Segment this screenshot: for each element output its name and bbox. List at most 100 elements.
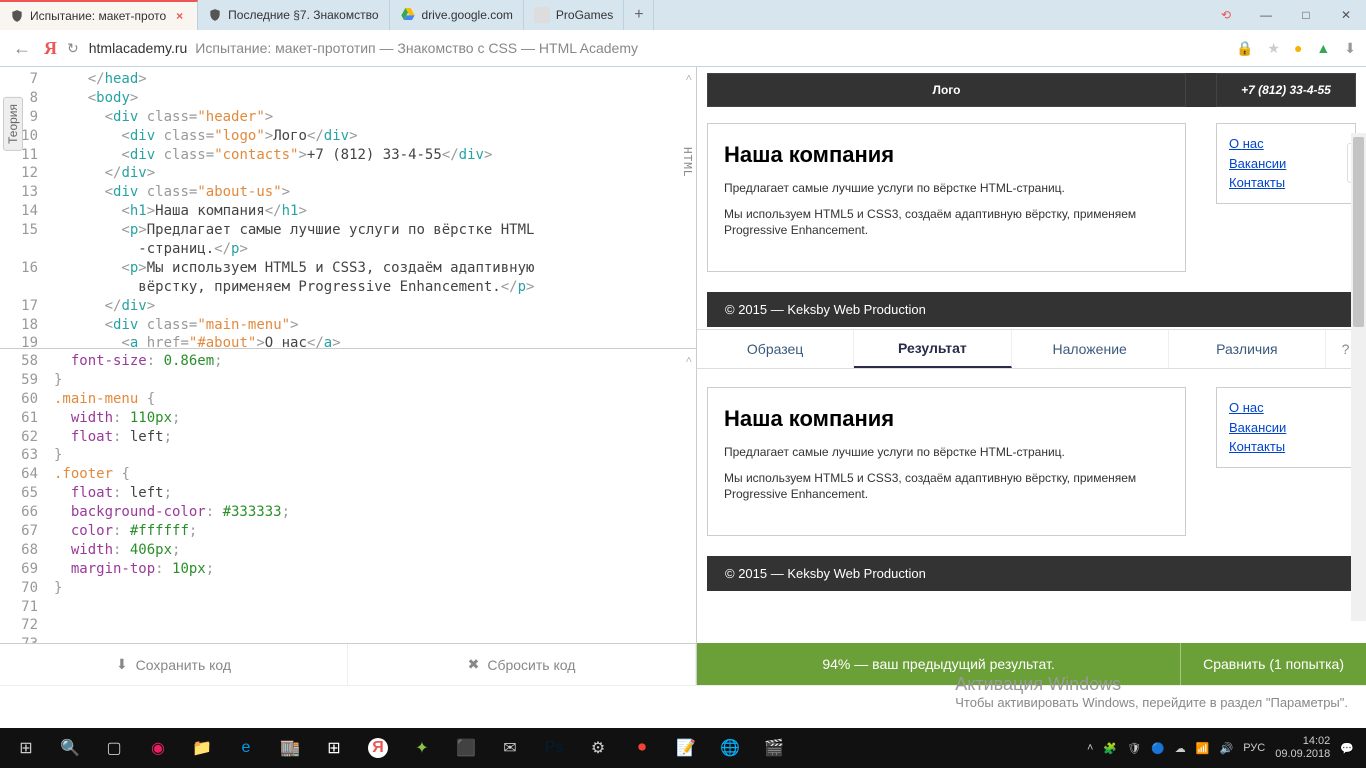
html-editor[interactable]: HTML ˄ 789101112131415 16 171819 </head>… bbox=[0, 67, 696, 349]
app-icon[interactable]: 📁 bbox=[180, 728, 224, 768]
render-logo: Лого bbox=[707, 73, 1186, 107]
close-icon: ✖ bbox=[468, 656, 480, 673]
tab-1[interactable]: Последние §7. Знакомство bbox=[198, 0, 389, 30]
css-code[interactable]: font-size: 0.86em;}.main-menu { width: 1… bbox=[48, 349, 696, 601]
taskview-icon[interactable]: ▢ bbox=[92, 728, 136, 768]
app-icon[interactable]: ⚙ bbox=[576, 728, 620, 768]
taskbar: ⊞ 🔍 ▢ ◉ 📁 e 🏬 ⊞ Я ✦ ⬛ ✉ Ps ⚙ ⏺ 📝 🌐 🎬 ˄ 🧩… bbox=[0, 728, 1366, 768]
bookmark-star-icon[interactable]: ★ bbox=[1267, 40, 1280, 57]
render2-side-menu: О нас Вакансии Контакты bbox=[1216, 387, 1356, 468]
tab-diff[interactable]: Различия bbox=[1169, 330, 1326, 368]
app-icon[interactable]: ⊞ bbox=[312, 728, 356, 768]
menu-link[interactable]: Вакансии bbox=[1229, 154, 1343, 174]
sound-icon[interactable]: 🔊 bbox=[1220, 742, 1234, 755]
app-icon[interactable]: ⏺ bbox=[620, 728, 664, 768]
app-icon[interactable]: 🏬 bbox=[268, 728, 312, 768]
score-text: 94% — ваш предыдущий результат. bbox=[697, 656, 1180, 672]
menu-link[interactable]: Контакты bbox=[1229, 173, 1343, 193]
extension-2-icon[interactable]: ▲ bbox=[1316, 40, 1330, 56]
url-display[interactable]: htmlacademy.ru Испытание: макет-прототип… bbox=[89, 40, 1226, 56]
app-icon[interactable]: ✉ bbox=[488, 728, 532, 768]
app-icon[interactable]: ✦ bbox=[400, 728, 444, 768]
browser-chrome: Испытание: макет-прото × Последние §7. З… bbox=[0, 0, 1366, 67]
save-code-button[interactable]: ⬇Сохранить код bbox=[0, 644, 348, 685]
css-editor[interactable]: CSS ˄ 58596061626364656667686970717273 f… bbox=[0, 349, 696, 643]
tab-result[interactable]: Результат bbox=[854, 330, 1011, 368]
minimize-button[interactable]: — bbox=[1246, 0, 1286, 30]
address-bar: ← Я ↻ htmlacademy.ru Испытание: макет-пр… bbox=[0, 30, 1366, 66]
start-button[interactable]: ⊞ bbox=[4, 728, 48, 768]
app-icon[interactable]: ⬛ bbox=[444, 728, 488, 768]
html-editor-label: HTML bbox=[679, 147, 694, 178]
render-sample: Лого +7 (812) 33-4-55 Наша компания Пред… bbox=[707, 73, 1356, 327]
reload-button[interactable]: ↻ bbox=[67, 40, 79, 57]
window-controls: ⟲ — □ ✕ bbox=[1206, 0, 1366, 30]
extension-1-icon[interactable]: ● bbox=[1294, 40, 1302, 56]
taskbar-clock[interactable]: 14:02 09.09.2018 bbox=[1275, 735, 1330, 761]
back-button[interactable]: ← bbox=[10, 38, 34, 59]
preview-pane: Лого +7 (812) 33-4-55 Наша компания Пред… bbox=[697, 67, 1366, 685]
scrollbar-vertical[interactable] bbox=[1351, 133, 1366, 621]
shield-icon bbox=[10, 9, 24, 23]
notifications-icon[interactable]: 💬 bbox=[1340, 742, 1354, 755]
close-icon[interactable]: × bbox=[172, 9, 187, 23]
tray-icon[interactable]: ☁ bbox=[1175, 742, 1186, 755]
sync-icon[interactable]: ⟲ bbox=[1206, 0, 1246, 30]
lock-icon[interactable]: 🔒 bbox=[1236, 40, 1253, 57]
render2-about-p1: Предлагает самые лучшие услуги по вёрстк… bbox=[724, 444, 1169, 460]
tab-2[interactable]: drive.google.com bbox=[390, 0, 524, 30]
tray-icon[interactable]: 🛡 bbox=[1127, 742, 1141, 755]
app-icon[interactable]: 🎬 bbox=[752, 728, 796, 768]
chevron-up-icon[interactable]: ˄ bbox=[686, 71, 692, 86]
menu-link[interactable]: О нас bbox=[1229, 398, 1343, 418]
menu-link[interactable]: О нас bbox=[1229, 134, 1343, 154]
scrollbar-thumb[interactable] bbox=[1353, 137, 1364, 327]
clock-time: 14:02 bbox=[1275, 735, 1330, 748]
render-header: Лого +7 (812) 33-4-55 bbox=[707, 73, 1356, 107]
system-tray: ˄ 🧩 🛡 🔵 ☁ 📶 🔊 РУС 14:02 09.09.2018 💬 bbox=[1087, 735, 1362, 761]
tab-overlay[interactable]: Наложение bbox=[1012, 330, 1169, 368]
tab-title: drive.google.com bbox=[422, 8, 513, 22]
reset-code-button[interactable]: ✖Сбросить код bbox=[348, 644, 696, 685]
render-about-p2: Мы используем HTML5 и CSS3, создаём адап… bbox=[724, 206, 1169, 238]
close-button[interactable]: ✕ bbox=[1326, 0, 1366, 30]
tab-sample[interactable]: Образец bbox=[697, 330, 854, 368]
app-icon[interactable]: ◉ bbox=[136, 728, 180, 768]
downloads-icon[interactable]: ⬇ bbox=[1344, 40, 1356, 57]
wifi-icon[interactable]: 📶 bbox=[1196, 742, 1210, 755]
tab-title: Последние §7. Знакомство bbox=[228, 8, 378, 22]
chevron-up-icon[interactable]: ˄ bbox=[686, 353, 692, 368]
render-side-menu: О нас Вакансии Контакты bbox=[1216, 123, 1356, 204]
css-gutter: 58596061626364656667686970717273 bbox=[0, 349, 44, 643]
menu-link[interactable]: Контакты bbox=[1229, 437, 1343, 457]
preview-sample: Лого +7 (812) 33-4-55 Наша компания Пред… bbox=[697, 67, 1366, 329]
html-code[interactable]: </head> <body> <div class="header"> <div… bbox=[48, 67, 696, 349]
maximize-button[interactable]: □ bbox=[1286, 0, 1326, 30]
menu-link[interactable]: Вакансии bbox=[1229, 418, 1343, 438]
app-icon[interactable]: e bbox=[224, 728, 268, 768]
language-indicator[interactable]: РУС bbox=[1243, 742, 1265, 754]
compare-button[interactable]: Сравнить (1 попытка) bbox=[1180, 643, 1366, 685]
render-footer: © 2015 — Keksby Web Production bbox=[707, 292, 1356, 327]
clock-date: 09.09.2018 bbox=[1275, 748, 1330, 761]
gdrive-icon bbox=[400, 6, 416, 25]
tab-0[interactable]: Испытание: макет-прото × bbox=[0, 0, 198, 30]
shield-icon bbox=[208, 8, 222, 22]
score-bar: 94% — ваш предыдущий результат. Сравнить… bbox=[697, 643, 1366, 685]
tab-3[interactable]: ProGames bbox=[524, 0, 624, 30]
render-about-p1: Предлагает самые лучшие услуги по вёрстк… bbox=[724, 180, 1169, 196]
yandex-browser-icon[interactable]: Я bbox=[356, 728, 400, 768]
tray-icon[interactable]: 🧩 bbox=[1103, 742, 1117, 755]
app-icon[interactable]: Ps bbox=[532, 728, 576, 768]
render-about-title: Наша компания bbox=[724, 142, 1169, 168]
tray-up-icon[interactable]: ˄ bbox=[1087, 742, 1093, 754]
url-host: htmlacademy.ru bbox=[89, 40, 188, 56]
render2-about: Наша компания Предлагает самые лучшие ус… bbox=[707, 387, 1186, 536]
chrome-icon[interactable]: 🌐 bbox=[708, 728, 752, 768]
yandex-logo-icon[interactable]: Я bbox=[44, 38, 57, 59]
tray-icon[interactable]: 🔵 bbox=[1151, 742, 1165, 755]
app-icon[interactable]: 📝 bbox=[664, 728, 708, 768]
url-page-title: Испытание: макет-прототип — Знакомство с… bbox=[195, 40, 638, 56]
new-tab-button[interactable]: + bbox=[624, 0, 654, 30]
search-icon[interactable]: 🔍 bbox=[48, 728, 92, 768]
